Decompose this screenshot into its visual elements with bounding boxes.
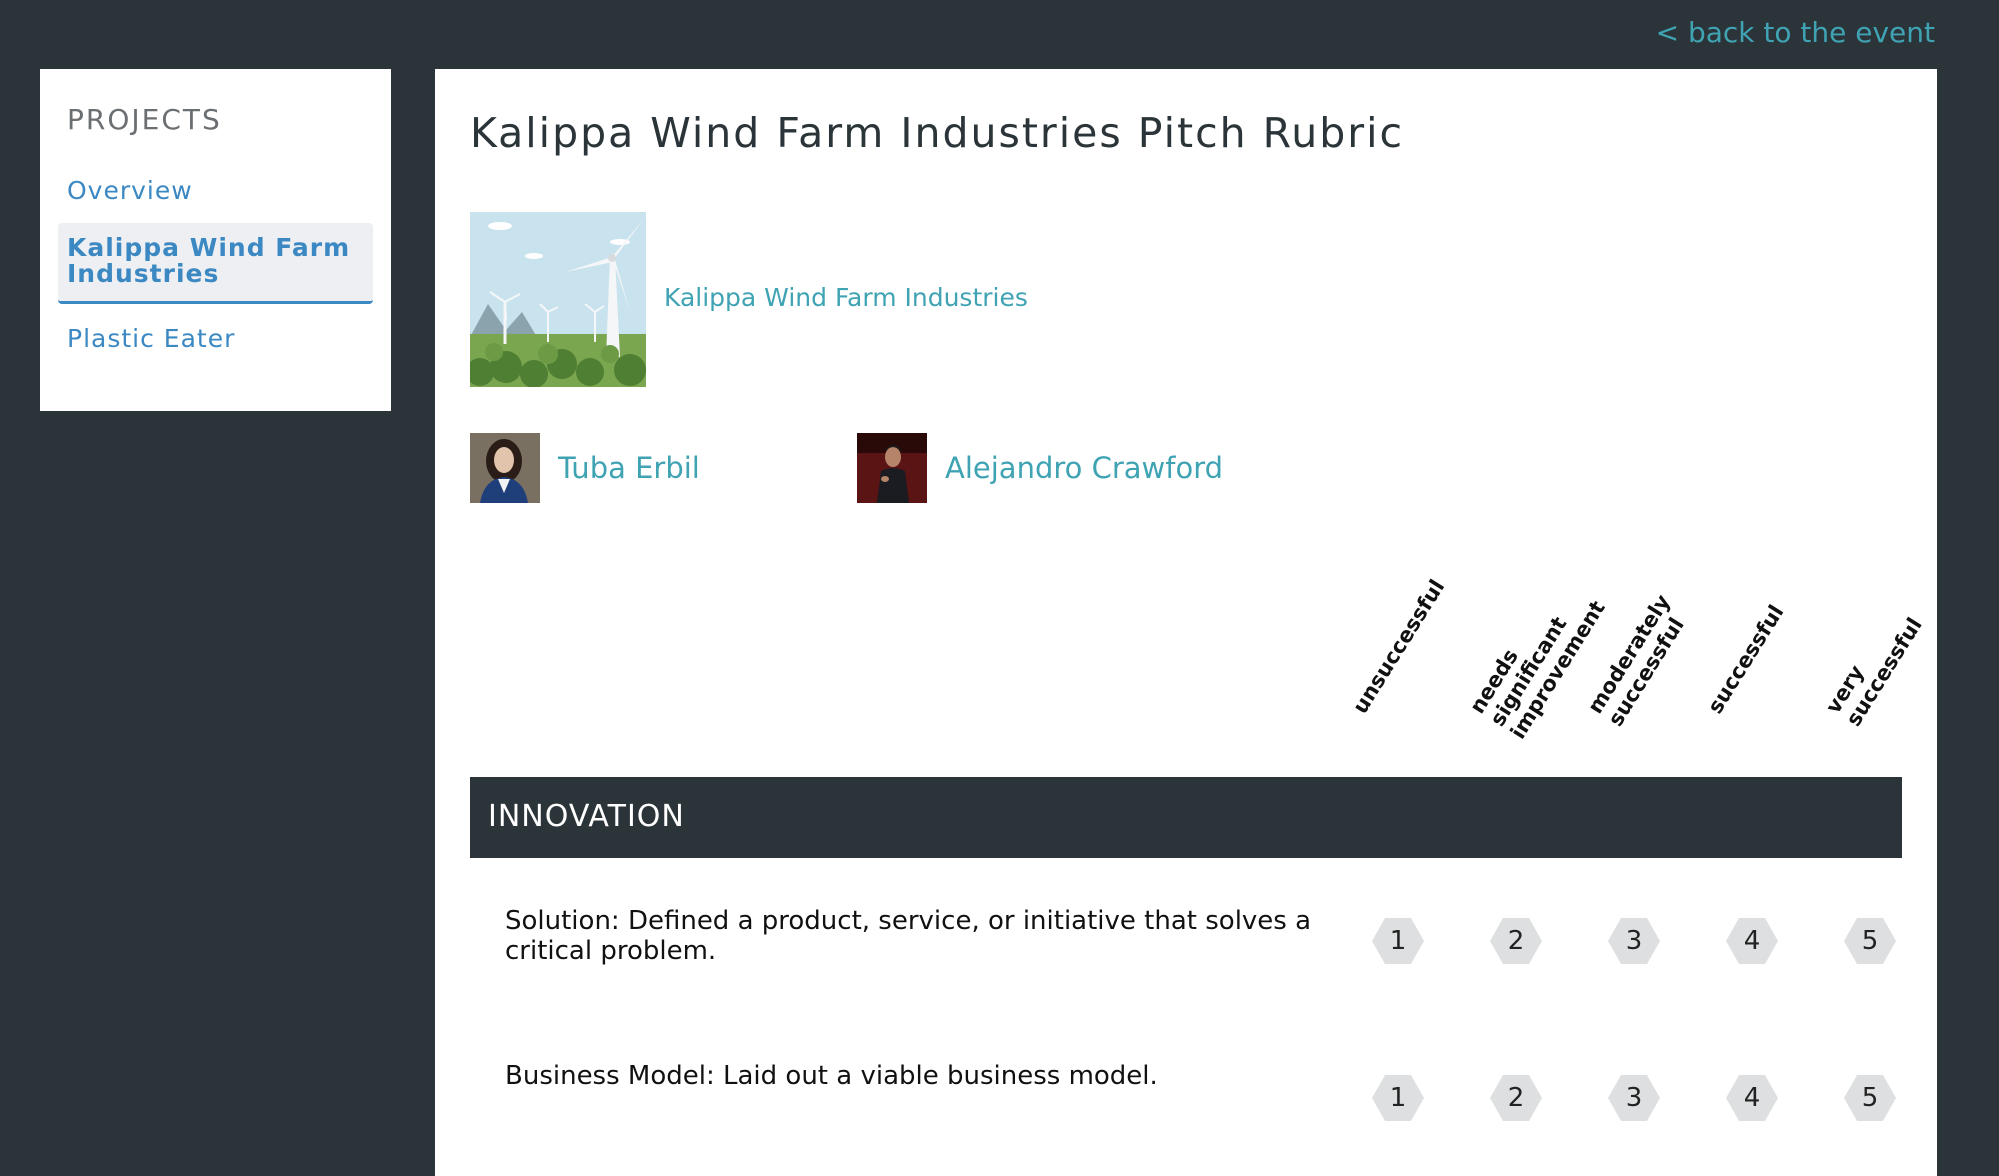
- back-to-event-link[interactable]: < back to the event: [1656, 16, 1935, 49]
- rubric-panel: Kalippa Wind Farm Industries Pitch Rubri…: [435, 69, 1937, 1176]
- projects-sidebar: PROJECTS Overview Kalippa Wind Farm Indu…: [40, 69, 391, 411]
- sidebar-item-plastic-eater[interactable]: Plastic Eater: [58, 314, 373, 363]
- project-name-link[interactable]: Kalippa Wind Farm Industries: [664, 283, 1028, 312]
- score-option-5[interactable]: 5: [1844, 1075, 1896, 1121]
- team-member[interactable]: Tuba Erbil: [470, 433, 700, 503]
- person-photo-icon: [857, 433, 927, 503]
- team-member-name: Tuba Erbil: [558, 451, 700, 485]
- scale-label-unsuccessful: unsuccessful: [1348, 575, 1450, 718]
- scale-label-successful: successful: [1703, 600, 1789, 718]
- score-option-1[interactable]: 1: [1372, 1075, 1424, 1121]
- score-option-2[interactable]: 2: [1490, 918, 1542, 964]
- sidebar-heading: PROJECTS: [67, 103, 222, 136]
- score-option-1[interactable]: 1: [1372, 918, 1424, 964]
- team-member-name: Alejandro Crawford: [945, 451, 1224, 485]
- team-member[interactable]: Alejandro Crawford: [857, 433, 1223, 503]
- criterion-text: Business Model: Laid out a viable busine…: [505, 1061, 1158, 1091]
- score-option-4[interactable]: 4: [1726, 1075, 1778, 1121]
- scale-label-needs-improvement: needs significant improvement: [1465, 596, 1611, 744]
- score-option-5[interactable]: 5: [1844, 918, 1896, 964]
- sidebar-item-kalippa-wind-farm[interactable]: Kalippa Wind Farm Industries: [58, 223, 373, 304]
- project-thumbnail[interactable]: [470, 212, 646, 387]
- score-option-4[interactable]: 4: [1726, 918, 1778, 964]
- person-photo-icon: [470, 433, 540, 503]
- section-header-innovation: INNOVATION: [470, 777, 1902, 858]
- avatar: [470, 433, 540, 503]
- score-option-3[interactable]: 3: [1608, 1075, 1660, 1121]
- sidebar-item-overview[interactable]: Overview: [58, 166, 373, 215]
- score-option-3[interactable]: 3: [1608, 918, 1660, 964]
- avatar: [857, 433, 927, 503]
- page-title: Kalippa Wind Farm Industries Pitch Rubri…: [470, 109, 1405, 157]
- score-option-2[interactable]: 2: [1490, 1075, 1542, 1121]
- scale-label-very-successful: very successful: [1821, 613, 1927, 731]
- wind-farm-illustration: [470, 212, 646, 387]
- criterion-text: Solution: Defined a product, service, or…: [505, 906, 1312, 966]
